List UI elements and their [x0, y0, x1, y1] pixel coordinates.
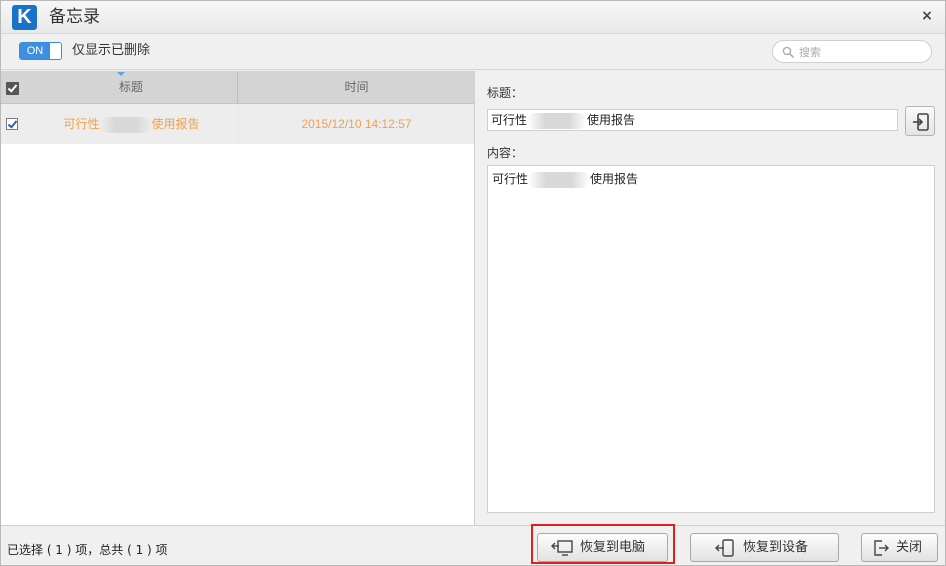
search-icon — [782, 46, 794, 58]
select-all-checkbox[interactable] — [6, 82, 19, 95]
redacted-text — [99, 116, 152, 133]
row-time: 2015/12/10 14:12:57 — [301, 117, 412, 131]
row-title-prefix: 可行性 — [63, 117, 100, 131]
restore-to-device-label: 恢复到设备 — [743, 540, 809, 555]
redacted-text — [528, 171, 591, 188]
content-suffix: 使用报告 — [590, 172, 639, 186]
restore-to-device-button[interactable]: 恢复到设备 — [690, 533, 839, 562]
title-prefix: 可行性 — [491, 113, 528, 127]
show-deleted-label: 仅显示已删除 — [72, 43, 151, 58]
column-header-title[interactable]: 标题 — [25, 71, 238, 104]
redacted-text — [527, 112, 588, 129]
toggle-knob — [50, 43, 61, 59]
search-box[interactable] — [772, 40, 932, 63]
memo-list: 标题 时间 可行性 使用报告 2015/12/10 14:12:57 — [1, 71, 475, 525]
show-deleted-toggle[interactable]: ON — [19, 42, 62, 60]
title-bar: K 备忘录 × — [1, 1, 945, 34]
close-icon[interactable]: × — [919, 8, 935, 24]
title-suffix: 使用报告 — [587, 113, 636, 127]
restore-to-computer-button[interactable]: 恢复到电脑 — [537, 533, 668, 562]
row-checkbox[interactable] — [6, 118, 18, 130]
restore-to-computer-label: 恢复到电脑 — [580, 540, 646, 555]
content-prefix: 可行性 — [492, 172, 529, 186]
toolbar: ON 仅显示已删除 — [1, 34, 945, 70]
table-row[interactable]: 可行性 使用报告 2015/12/10 14:12:57 — [1, 104, 474, 144]
export-to-device-button[interactable] — [905, 106, 935, 136]
memo-detail: 标题： 可行性 使用报告 内容： 可行性 使用报告 — [476, 71, 945, 525]
window-title: 备忘录 — [49, 7, 100, 27]
close-button-label: 关闭 — [896, 540, 923, 555]
status-bar: 已选择 ( 1 ) 项，总共 ( 1 ) 项 恢复到电脑 恢复到设备 关闭 — [1, 525, 945, 565]
app-logo-icon: K — [12, 5, 37, 30]
export-to-device-icon — [913, 113, 929, 131]
title-field[interactable]: 可行性 使用报告 — [487, 109, 898, 131]
column-header-time-label: 时间 — [344, 80, 369, 94]
selection-summary: 已选择 ( 1 ) 项，总共 ( 1 ) 项 — [7, 543, 168, 557]
column-header-title-label: 标题 — [118, 80, 143, 94]
content-label: 内容： — [487, 146, 524, 160]
toggle-state-label: ON — [20, 43, 50, 59]
title-label: 标题： — [487, 86, 524, 100]
content-field[interactable]: 可行性 使用报告 — [487, 165, 935, 513]
memo-window: K 备忘录 × ON 仅显示已删除 标题 时间 — [0, 0, 946, 566]
row-title: 可行性 使用报告 — [25, 104, 238, 144]
column-header-time[interactable]: 时间 — [239, 71, 474, 104]
sort-indicator-icon — [117, 72, 125, 76]
list-header: 标题 时间 — [1, 71, 474, 104]
restore-device-icon — [715, 539, 734, 557]
exit-icon — [874, 540, 889, 556]
close-button[interactable]: 关闭 — [861, 533, 938, 562]
row-title-suffix: 使用报告 — [151, 117, 200, 131]
restore-computer-icon — [551, 540, 573, 556]
search-input[interactable] — [799, 43, 924, 61]
